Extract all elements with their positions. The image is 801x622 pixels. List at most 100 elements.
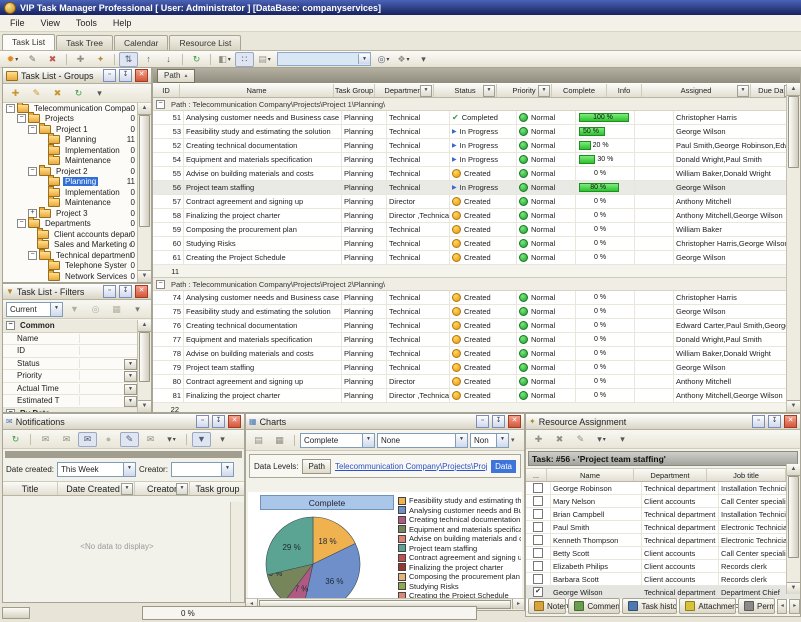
scroll-thumb[interactable]	[139, 332, 150, 382]
column-header-title[interactable]: Title	[3, 482, 58, 495]
edit-group-button[interactable]: ✎	[27, 86, 46, 101]
resource-row[interactable]: Kenneth ThompsonTechnical departmentElec…	[526, 534, 800, 547]
filter-notifications-button[interactable]: ▼	[192, 432, 211, 447]
tree-item-project-3[interactable]: +Project 30	[3, 208, 138, 219]
delete-task-button[interactable]: ✖	[43, 52, 62, 67]
search-combo[interactable]: ▼	[277, 52, 371, 66]
refresh-notifications-button[interactable]: ↻	[6, 432, 25, 447]
resource-overflow-button[interactable]: ▾	[613, 432, 632, 447]
task-row[interactable]: 77Equipment and materials specificationP…	[153, 333, 787, 347]
filter-field-priority[interactable]: Priority▼	[3, 370, 138, 383]
table-scrollbar[interactable]: ▲ ▼	[786, 84, 800, 412]
tree-item-departments[interactable]: −Departments0	[3, 219, 138, 230]
collapse-node-icon[interactable]: −	[28, 251, 37, 260]
assignment-checkbox[interactable]	[533, 496, 543, 506]
pin-panel-button[interactable]: ↧	[492, 415, 505, 428]
tree-item-telecommunication-company[interactable]: −Telecommunication Company0	[3, 103, 138, 114]
save-filter-button[interactable]: ▦	[107, 302, 126, 317]
filter-field-actual-time[interactable]: Actual Time▼	[3, 383, 138, 396]
toolbar-overflow-button[interactable]: ▾	[414, 52, 433, 67]
task-row[interactable]: 61Creating the Project SchedulePlanningT…	[153, 251, 787, 265]
task-row[interactable]: 80Contract agreement and signing upPlann…	[153, 375, 787, 389]
filter-dropdown-icon[interactable]: ▼	[420, 85, 432, 97]
chevron-down-icon[interactable]: ▼	[221, 463, 233, 476]
task-row[interactable]: 57Contract agreement and signing upPlann…	[153, 195, 787, 209]
resource-more-button[interactable]: ▾▾	[592, 432, 611, 447]
new-group-button[interactable]: ✚	[6, 86, 25, 101]
next-notification-button[interactable]: ✉	[57, 432, 76, 447]
tree-item-technical-department[interactable]: −Technical department0	[3, 250, 138, 261]
expand-filter-button[interactable]: ⇅	[119, 52, 138, 67]
collapse-panel-button[interactable]: ▫	[103, 285, 116, 298]
refresh-groups-button[interactable]: ↻	[69, 86, 88, 101]
tab-comments[interactable]: Comments	[568, 598, 620, 614]
scroll-thumb[interactable]	[788, 96, 799, 168]
column-header-department[interactable]: Department	[634, 469, 707, 481]
close-panel-button[interactable]: ✕	[135, 285, 148, 298]
scroll-up-icon[interactable]: ▲	[787, 84, 800, 96]
notifications-overflow-button[interactable]: ▾	[213, 432, 232, 447]
resource-row[interactable]: Barbara ScottClient accountsRecords cler…	[526, 573, 800, 586]
tree-item-project-1[interactable]: −Project 10	[3, 124, 138, 135]
tree-item-client-accounts-depar[interactable]: Client accounts depar0	[3, 229, 138, 240]
move-down-button[interactable]: ↓	[159, 52, 178, 67]
chart-extra-combo[interactable]: Non ▼	[470, 433, 509, 448]
tree-item-maintenance[interactable]: Maintenance0	[3, 156, 138, 167]
column-header-department[interactable]: Department▼	[375, 84, 434, 97]
scroll-down-icon[interactable]: ▼	[787, 400, 800, 412]
scroll-down-icon[interactable]: ▼	[138, 400, 151, 412]
menu-help[interactable]: Help	[105, 17, 140, 29]
collapse-group-icon[interactable]: −	[156, 280, 165, 289]
columns-button[interactable]: ∷	[235, 52, 254, 67]
resource-row[interactable]: Betty ScottClient accountsCall Center sp…	[526, 547, 800, 560]
task-row[interactable]: 81Finalizing the project charterPlanning…	[153, 389, 787, 403]
filter-field-status[interactable]: Status▼	[3, 358, 138, 371]
tree-item-planning[interactable]: Planning11	[3, 135, 138, 146]
group-by-button[interactable]: ◧▾	[215, 52, 234, 67]
toolbar-overflow-icon[interactable]: ▾	[511, 436, 515, 444]
find-button[interactable]: ◎▾	[374, 52, 393, 67]
chevron-down-icon[interactable]: ▼	[496, 434, 508, 447]
resize-grip[interactable]	[2, 607, 30, 619]
column-header-info[interactable]: Info	[607, 84, 642, 97]
task-row[interactable]: 79Project team staffingPlanningTechnical…	[153, 361, 787, 375]
scroll-thumb[interactable]	[139, 115, 150, 227]
tab-task-list[interactable]: Task List	[2, 34, 55, 50]
menu-view[interactable]: View	[33, 17, 68, 29]
resource-row[interactable]: Mary NelsonClient accountsCall Center sp…	[526, 495, 800, 508]
task-row[interactable]: 58Finalizing the project charterPlanning…	[153, 209, 787, 223]
chevron-down-icon[interactable]: ▼	[455, 434, 467, 447]
task-row[interactable]: 55Advise on building materials and costs…	[153, 167, 787, 181]
reply-button[interactable]: ✉	[141, 432, 160, 447]
collapse-panel-button[interactable]: ▫	[476, 415, 489, 428]
groups-overflow-button[interactable]: ▾	[90, 86, 109, 101]
chevron-down-icon[interactable]: ▼	[124, 396, 137, 407]
more-button[interactable]: ▾▾	[162, 432, 181, 447]
tab-attachments[interactable]: Attachments	[679, 598, 736, 614]
tree-item-projects[interactable]: −Projects0	[3, 114, 138, 125]
chevron-down-icon[interactable]: ▼	[124, 371, 137, 382]
chart-type-button[interactable]: ▤	[249, 433, 268, 448]
tab-resource-list[interactable]: Resource List	[169, 35, 241, 50]
chart-series-combo[interactable]: None ▼	[377, 433, 468, 448]
chevron-down-icon[interactable]: ▼	[124, 359, 137, 370]
task-row[interactable]: 75Feasibility study and estimating the s…	[153, 305, 787, 319]
tab-notes[interactable]: Notes	[528, 598, 566, 614]
tabs-scroll-right-icon[interactable]: ▸	[789, 599, 800, 614]
filters-scrollbar[interactable]: ▲ ▼	[137, 320, 151, 412]
path-chip[interactable]: Path	[302, 459, 330, 474]
scroll-right-icon[interactable]: ▸	[512, 599, 524, 609]
chart-value-combo[interactable]: Complete ▼	[300, 433, 375, 448]
assignment-checkbox[interactable]	[533, 483, 543, 493]
resource-scrollbar[interactable]: ▲ ▼	[786, 464, 800, 594]
collapse-node-icon[interactable]: −	[17, 219, 26, 228]
column-header-creator[interactable]: Creator▼	[135, 482, 190, 495]
collapse-section-icon[interactable]: −	[6, 409, 15, 412]
menu-tools[interactable]: Tools	[68, 17, 105, 29]
compose-notification-button[interactable]: ✎	[120, 432, 139, 447]
chevron-down-icon[interactable]: ▼	[362, 434, 374, 447]
tree-item-telephone-syster[interactable]: Telephone Syster0	[3, 261, 138, 272]
close-panel-button[interactable]: ✕	[135, 69, 148, 82]
tree-item-implementation[interactable]: Implementation0	[3, 187, 138, 198]
scroll-down-icon[interactable]: ▼	[138, 270, 151, 282]
